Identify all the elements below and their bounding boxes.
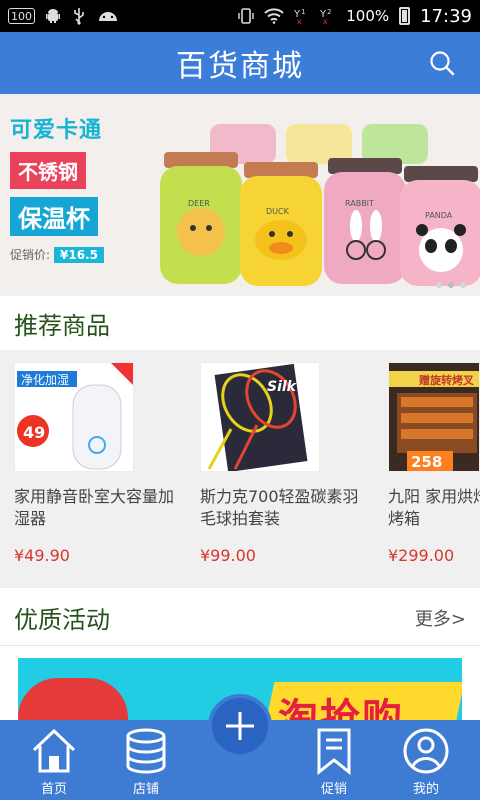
product-image-badge: 258	[411, 453, 442, 471]
product-image-text: 赠旋转烤叉	[419, 373, 475, 387]
tab-promotions[interactable]: 促销	[286, 720, 382, 800]
banner-text: 可爱卡通 不锈钢 保温杯 促销价: ¥16.5	[10, 112, 150, 263]
recommended-header: 推荐商品	[0, 296, 480, 352]
clock: 17:39	[420, 5, 472, 27]
promo-text: 淘抢购	[278, 696, 404, 720]
signal-icon: Y1x	[294, 7, 310, 25]
cup-label-panda: PANDA	[425, 211, 453, 220]
add-button[interactable]	[208, 694, 272, 758]
tab-label: 促销	[320, 782, 347, 797]
product-image-oven[interactable]: 赠旋转烤叉 258	[388, 362, 480, 472]
product-price: ¥299.00	[388, 546, 455, 565]
battery-percent: 100%	[346, 7, 390, 25]
banner-line-1: 可爱卡通	[10, 118, 103, 143]
product-name[interactable]: 家用静音卧室大容量加湿器	[14, 486, 184, 530]
svg-text:1: 1	[301, 8, 305, 16]
banner-line-2: 不锈钢	[10, 152, 86, 189]
android-icon	[45, 8, 61, 24]
wifi-icon	[264, 8, 284, 24]
user-icon	[403, 728, 449, 774]
cup-label-rabbit: RABBIT	[345, 199, 374, 208]
home-icon	[32, 728, 76, 773]
signal-2-icon: Y2x	[320, 7, 336, 25]
banner-line-3: 保温杯	[10, 197, 98, 236]
plus-icon	[226, 712, 254, 740]
activities-title: 优质活动	[14, 606, 110, 634]
product-image-humidifier[interactable]: 净化加湿 49	[14, 362, 134, 472]
carousel-dots	[436, 282, 466, 288]
battery-100-icon: 100	[8, 8, 35, 24]
status-bar-left: 100	[8, 7, 119, 25]
product-name[interactable]: 九阳 家用烘焙多功能电烤箱	[388, 486, 480, 530]
android-icon	[97, 8, 119, 24]
svg-text:x: x	[323, 17, 328, 25]
status-bar-right: Y1x Y2x 100% 17:39	[238, 6, 472, 27]
carousel-dot-active[interactable]	[448, 282, 454, 288]
product-price: ¥49.90	[14, 546, 70, 565]
app-header: 百货商城	[0, 32, 480, 94]
recommended-products[interactable]: 净化加湿 49 家用静音卧室大容量加湿器 ¥49.90 Silk 斯力克700轻…	[0, 350, 480, 588]
product-price: ¥99.00	[200, 546, 256, 565]
tab-label: 我的	[412, 782, 439, 797]
vibrate-icon	[238, 7, 254, 25]
tab-label: 首页	[40, 782, 67, 797]
cup-label-deer: DEER	[188, 199, 210, 208]
page-title: 百货商城	[176, 49, 304, 84]
product-name[interactable]: 斯力克700轻盈碳素羽毛球拍套装	[200, 486, 370, 530]
battery-icon	[399, 7, 411, 25]
database-icon	[126, 728, 166, 774]
thermos-cups-image: DEER DUCK RABBIT PANDA	[160, 124, 480, 286]
usb-icon	[71, 7, 87, 25]
cup-label-duck: DUCK	[266, 207, 290, 216]
product-image-racket[interactable]: Silk	[200, 362, 320, 472]
tab-mine[interactable]: 我的	[378, 720, 474, 800]
banner-price-value: ¥16.5	[54, 247, 105, 263]
product-image-text: 净化加湿	[21, 372, 69, 387]
banner-price-label: 促销价:	[10, 248, 51, 262]
tab-home[interactable]: 首页	[6, 720, 102, 800]
svg-text:2: 2	[327, 8, 331, 16]
banner-carousel[interactable]: 可爱卡通 不锈钢 保温杯 促销价:¥16.5 DEER DUCK RABBIT	[0, 94, 480, 296]
promo-dress-image	[18, 678, 128, 720]
product-image-badge: 49	[23, 423, 45, 442]
carousel-dot[interactable]	[436, 282, 442, 288]
recommended-title: 推荐商品	[14, 312, 110, 340]
banner-price: 促销价: ¥16.5	[10, 246, 150, 263]
product-image-text: Silk	[267, 379, 298, 395]
carousel-dot[interactable]	[460, 282, 466, 288]
tab-shop[interactable]: 店铺	[98, 720, 194, 800]
search-icon[interactable]	[428, 49, 456, 77]
status-bar: 100 Y1x Y2x 100% 17:39	[0, 0, 480, 32]
product-card[interactable]: 赠旋转烤叉 258 九阳 家用烘焙多功能电烤箱 ¥299.00	[388, 362, 480, 565]
svg-text:x: x	[297, 17, 302, 25]
product-card[interactable]: 净化加湿 49 家用静音卧室大容量加湿器 ¥49.90	[14, 362, 184, 565]
product-card[interactable]: Silk 斯力克700轻盈碳素羽毛球拍套装 ¥99.00	[200, 362, 370, 565]
tab-label: 店铺	[132, 782, 159, 797]
more-link[interactable]: 更多>	[415, 605, 466, 631]
bookmark-icon	[317, 728, 351, 776]
activities-header: 优质活动 更多>	[0, 590, 480, 646]
